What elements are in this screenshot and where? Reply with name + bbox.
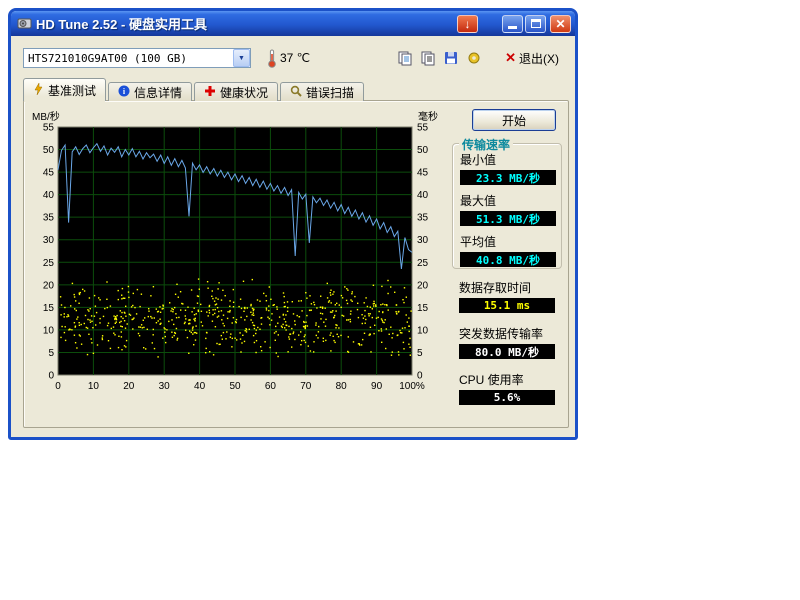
svg-text:0: 0 (48, 371, 54, 382)
burst-rate-stat: 突发数据传输率 80.0 MB/秒 (452, 325, 555, 359)
minimize-button[interactable] (502, 15, 523, 33)
cpu-usage-value: 5.6% (459, 390, 555, 405)
tab-benchmark[interactable]: 基准测试 (23, 78, 106, 101)
tab-label: 信息详情 (134, 84, 182, 101)
client-area: HTS721010G9AT00 (100 GB) ▼ 37 ℃ ✕ (11, 36, 575, 437)
access-time-label: 数据存取时间 (459, 279, 555, 296)
svg-text:0: 0 (417, 371, 423, 382)
exit-label: 退出(X) (519, 50, 559, 67)
svg-text:30: 30 (43, 235, 55, 246)
download-button[interactable]: ↓ (457, 15, 478, 33)
svg-text:50: 50 (417, 145, 429, 156)
svg-text:20: 20 (417, 280, 429, 291)
min-label: 最小值 (460, 151, 556, 168)
svg-text:40: 40 (417, 190, 429, 201)
svg-text:45: 45 (417, 168, 429, 179)
svg-text:40: 40 (43, 190, 55, 201)
maximize-button[interactable] (525, 15, 546, 33)
svg-text:60: 60 (265, 381, 277, 392)
max-stat: 最大值 51.3 MB/秒 (453, 192, 556, 226)
avg-value: 40.8 MB/秒 (460, 252, 556, 267)
access-time-stat: 数据存取时间 15.1 ms (452, 279, 555, 313)
svg-text:20: 20 (43, 280, 55, 291)
maximize-icon (531, 19, 541, 28)
svg-text:100%: 100% (399, 381, 425, 392)
minimize-icon (508, 26, 517, 29)
svg-text:50: 50 (229, 381, 241, 392)
svg-text:35: 35 (43, 213, 55, 224)
error-scan-icon (290, 85, 302, 100)
results-panel: 开始 传输速率 最小值 23.3 MB/秒 最大值 51.3 MB/秒 平均值 … (448, 101, 568, 427)
svg-text:毫秒: 毫秒 (418, 110, 438, 123)
copy-text-icon[interactable] (417, 48, 439, 69)
start-button[interactable]: 开始 (472, 109, 556, 131)
drive-select[interactable]: HTS721010G9AT00 (100 GB) ▼ (23, 48, 251, 68)
svg-text:70: 70 (300, 381, 312, 392)
window-title: HD Tune 2.52 - 硬盘实用工具 (36, 14, 207, 33)
cpu-usage-label: CPU 使用率 (459, 371, 555, 388)
drive-select-value: HTS721010G9AT00 (100 GB) (24, 52, 233, 65)
close-button[interactable]: ✕ (550, 15, 571, 33)
tab-label: 错误扫描 (306, 84, 354, 101)
transfer-rate-group: 传输速率 最小值 23.3 MB/秒 最大值 51.3 MB/秒 平均值 40.… (452, 143, 562, 269)
svg-text:45: 45 (43, 168, 55, 179)
benchmark-icon (33, 83, 44, 98)
avg-stat: 平均值 40.8 MB/秒 (453, 233, 556, 267)
access-time-value: 15.1 ms (459, 298, 555, 313)
tab-label: 基准测试 (48, 82, 96, 99)
burst-rate-value: 80.0 MB/秒 (459, 344, 555, 359)
svg-text:20: 20 (123, 381, 135, 392)
svg-text:MB/秒: MB/秒 (32, 110, 60, 123)
svg-text:25: 25 (417, 258, 429, 269)
copy-screenshot-icon[interactable] (394, 48, 416, 69)
tab-bar: 基准测试 i 信息详情 健康状况 错误扫描 (23, 78, 366, 101)
temperature-value: 37 ℃ (280, 51, 310, 65)
svg-text:10: 10 (88, 381, 100, 392)
tab-health[interactable]: 健康状况 (194, 82, 278, 101)
svg-text:80: 80 (336, 381, 348, 392)
svg-text:30: 30 (417, 235, 429, 246)
svg-text:0: 0 (55, 381, 61, 392)
info-icon: i (118, 85, 130, 100)
titlebar[interactable]: HD Tune 2.52 - 硬盘实用工具 ↓ ✕ (11, 11, 575, 36)
thermometer-icon (267, 49, 277, 68)
svg-text:55: 55 (43, 123, 55, 134)
options-icon[interactable] (463, 48, 485, 69)
svg-text:5: 5 (417, 348, 423, 359)
desktop: { "window": { "title": "HD Tune 2.52 - 硬… (0, 0, 800, 600)
dropdown-arrow-icon[interactable]: ▼ (233, 49, 250, 67)
svg-text:50: 50 (43, 145, 55, 156)
min-value: 23.3 MB/秒 (460, 170, 556, 185)
toolbar: HTS721010G9AT00 (100 GB) ▼ 37 ℃ ✕ (23, 46, 563, 70)
svg-text:10: 10 (417, 325, 429, 336)
avg-label: 平均值 (460, 233, 556, 250)
exit-button[interactable]: ✕ 退出(X) (501, 48, 563, 69)
health-icon (204, 85, 216, 100)
svg-text:30: 30 (159, 381, 171, 392)
svg-text:10: 10 (43, 325, 55, 336)
burst-rate-label: 突发数据传输率 (459, 325, 555, 342)
cpu-usage-stat: CPU 使用率 5.6% (452, 371, 555, 405)
exit-x-icon: ✕ (505, 50, 516, 66)
svg-text:90: 90 (371, 381, 383, 392)
benchmark-chart: 0055101015152020252530303535404045455050… (28, 109, 442, 405)
tab-error-scan[interactable]: 错误扫描 (280, 82, 364, 101)
svg-text:25: 25 (43, 258, 55, 269)
svg-text:15: 15 (43, 303, 55, 314)
max-value: 51.3 MB/秒 (460, 211, 556, 226)
app-icon (16, 16, 32, 32)
svg-text:35: 35 (417, 213, 429, 224)
svg-text:55: 55 (417, 123, 429, 134)
hdtune-window: HD Tune 2.52 - 硬盘实用工具 ↓ ✕ HTS721010G9AT0… (8, 8, 578, 440)
tab-info[interactable]: i 信息详情 (108, 82, 192, 101)
tab-label: 健康状况 (220, 84, 268, 101)
max-label: 最大值 (460, 192, 556, 209)
svg-text:40: 40 (194, 381, 206, 392)
save-icon[interactable] (440, 48, 462, 69)
svg-text:5: 5 (48, 348, 54, 359)
min-stat: 最小值 23.3 MB/秒 (453, 151, 556, 185)
benchmark-panel: 0055101015152020252530303535404045455050… (23, 100, 569, 428)
svg-text:15: 15 (417, 303, 429, 314)
